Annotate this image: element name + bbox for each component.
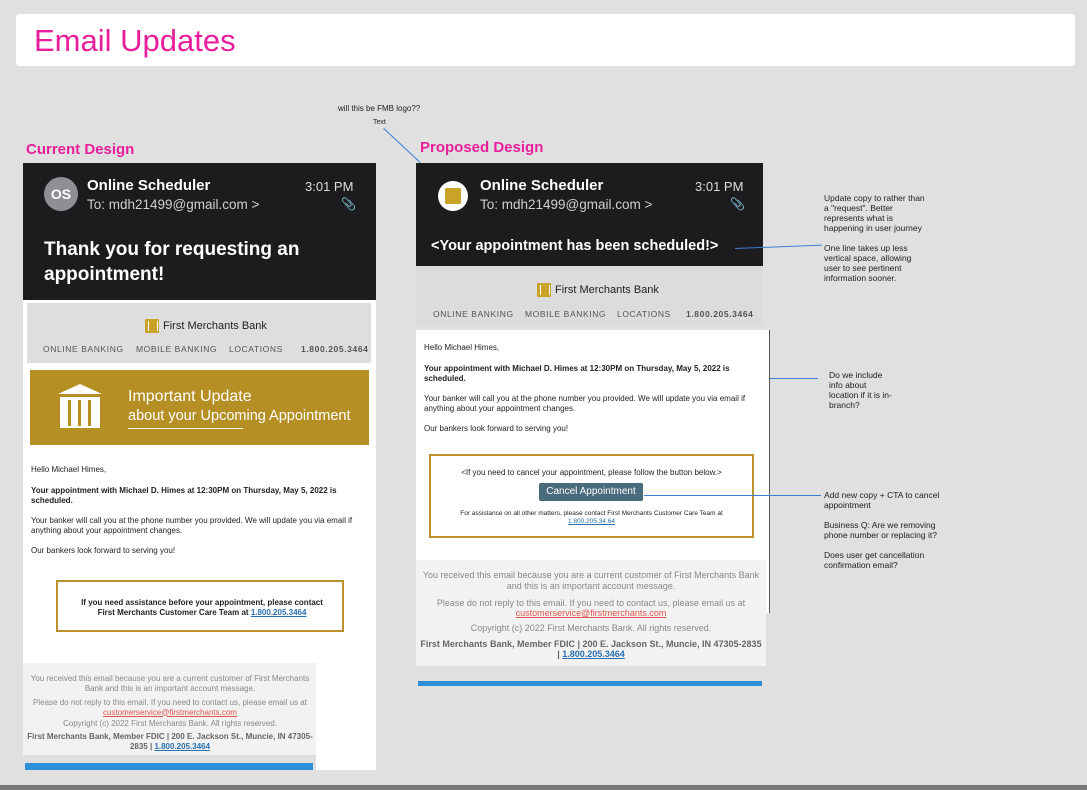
bank-nav-links: ONLINE BANKING MOBILE BANKING LOCATIONS … — [433, 309, 754, 319]
note-confirmation: Does user get cancellation confirmation … — [824, 550, 925, 570]
footer-notice: You received this email because you are … — [422, 570, 760, 591]
fmb-avatar — [438, 181, 468, 211]
bank-brand: First Merchants Bank — [145, 319, 267, 333]
nav-locations[interactable]: LOCATIONS — [617, 309, 686, 319]
proposed-email-header: Online Scheduler 3:01 PM To: mdh21499@gm… — [416, 163, 763, 266]
connector-cta — [644, 495, 821, 496]
connector-location — [770, 378, 818, 379]
bottom-scrollbar[interactable] — [0, 785, 1087, 790]
email-time: 3:01 PM — [695, 179, 744, 194]
current-blue-bar — [25, 763, 313, 770]
bank-brand-name: First Merchants Bank — [163, 320, 267, 332]
important-update-banner: Important Update about your Upcoming App… — [30, 370, 369, 445]
cancel-appointment-button[interactable]: Cancel Appointment — [539, 483, 643, 501]
sender-name: Online Scheduler — [480, 177, 604, 194]
footer-phone-link[interactable]: 1.800.205.3464 — [562, 649, 625, 659]
nav-mobile-banking[interactable]: MOBILE BANKING — [525, 309, 617, 319]
cancel-box: <If you need to cancel your appointment,… — [429, 454, 754, 538]
footer-address: First Merchants Bank, Member FDIC | 200 … — [419, 639, 763, 659]
bank-brand-name: First Merchants Bank — [555, 284, 659, 296]
assist-copy: For assistance on all other matters, ple… — [460, 510, 723, 517]
paperclip-icon: 📎 — [341, 197, 356, 211]
banker-text: Your banker will call you at the phone n… — [31, 516, 353, 535]
footer-notice: You received this email because you are … — [30, 674, 310, 693]
current-design-label: Current Design — [26, 141, 135, 158]
note-location: Do we include info about location if it … — [829, 370, 892, 410]
proposed-blue-bar — [418, 681, 762, 686]
recipient[interactable]: To: mdh21499@gmail.com > — [87, 197, 259, 212]
comment-text: Text — [373, 119, 386, 126]
note-one-line: One line takes up less vertical space, a… — [824, 243, 912, 283]
assist-text: For assistance on all other matters, ple… — [449, 510, 734, 526]
assistance-text: If you need assistance before your appoi… — [74, 598, 330, 618]
footer-copyright: Copyright (c) 2022 First Merchants Bank.… — [63, 719, 277, 728]
connector-line — [383, 128, 421, 163]
footer-no-reply-text: Please do not reply to this email. If yo… — [436, 598, 746, 608]
banner-line2: about your Upcoming Appointment — [128, 408, 351, 424]
footer-phone-link[interactable]: 1.800.205.3464 — [154, 742, 210, 751]
email-headline: Thank you for requesting an appointment! — [44, 239, 300, 285]
bank-logo-icon — [537, 283, 551, 297]
footer-email-link[interactable]: customerservice@firstmerchants.com — [516, 608, 667, 618]
current-email-frame: OS Online Scheduler 3:01 PM To: mdh21499… — [23, 163, 376, 770]
bank-brand: First Merchants Bank — [537, 283, 659, 297]
appointment-text: Your appointment with Michael D. Himes a… — [424, 364, 730, 383]
footer-no-reply-text: Please do not reply to this email. If yo… — [33, 698, 307, 707]
note-business-q: Business Q: Are we removing phone number… — [824, 520, 937, 540]
bank-nav-band: First Merchants Bank ONLINE BANKING MOBI… — [416, 266, 763, 326]
sender-name: Online Scheduler — [87, 177, 211, 194]
nav-online-banking[interactable]: ONLINE BANKING — [433, 309, 525, 319]
page-header: Email Updates — [16, 14, 1075, 66]
nav-phone[interactable]: 1.800.205.3464 — [301, 344, 369, 354]
current-footer: You received this email because you are … — [23, 663, 316, 758]
greeting: Hello Michael Himes, — [31, 465, 107, 474]
assist-phone-link[interactable]: 1.800.205.34 64 — [568, 518, 615, 525]
banner-underline — [128, 428, 243, 429]
footer-no-reply: Please do not reply to this email. If yo… — [27, 698, 313, 717]
forward-text: Our bankers look forward to serving you! — [424, 424, 569, 433]
recipient[interactable]: To: mdh21499@gmail.com > — [480, 197, 652, 212]
bank-building-icon — [58, 384, 102, 428]
bank-nav-links: ONLINE BANKING MOBILE BANKING LOCATIONS … — [43, 344, 369, 354]
footer-address: First Merchants Bank, Member FDIC | 200 … — [27, 732, 313, 751]
bank-nav-band: First Merchants Bank ONLINE BANKING MOBI… — [27, 303, 371, 363]
cancel-text: <If you need to cancel your appointment,… — [461, 468, 722, 477]
footer-email-link[interactable]: customerservice@firstmerchants.com — [103, 708, 237, 717]
assistance-phone-link[interactable]: 1.800.205.3464 — [251, 608, 307, 617]
bank-logo-icon — [145, 319, 159, 333]
fmb-logo-icon — [445, 188, 461, 204]
greeting: Hello Michael Himes, — [424, 343, 500, 352]
comment-fmb-logo: will this be FMB logo?? — [338, 104, 421, 113]
current-email-header: OS Online Scheduler 3:01 PM To: mdh21499… — [23, 163, 376, 300]
nav-locations[interactable]: LOCATIONS — [229, 344, 301, 354]
email-headline: <Your appointment has been scheduled!> — [431, 238, 719, 254]
paperclip-icon: 📎 — [730, 197, 745, 211]
proposed-design-label: Proposed Design — [420, 139, 544, 156]
nav-online-banking[interactable]: ONLINE BANKING — [43, 344, 136, 354]
avatar: OS — [44, 177, 78, 211]
forward-text: Our bankers look forward to serving you! — [31, 546, 176, 555]
nav-phone[interactable]: 1.800.205.3464 — [686, 309, 754, 319]
assistance-box: If you need assistance before your appoi… — [56, 580, 344, 632]
footer-no-reply: Please do not reply to this email. If yo… — [419, 598, 763, 618]
proposed-footer: You received this email because you are … — [416, 560, 766, 666]
banker-text: Your banker will call you at the phone n… — [424, 394, 746, 413]
banner-line1: Important Update — [128, 388, 252, 405]
page-title: Email Updates — [34, 23, 236, 58]
note-add-cta: Add new copy + CTA to cancel appointment — [824, 490, 940, 510]
nav-mobile-banking[interactable]: MOBILE BANKING — [136, 344, 229, 354]
email-time: 3:01 PM — [305, 179, 354, 194]
appointment-text: Your appointment with Michael D. Himes a… — [31, 486, 337, 505]
footer-copyright: Copyright (c) 2022 First Merchants Bank.… — [470, 623, 712, 633]
note-update-copy: Update copy to rather than a "request". … — [824, 193, 925, 233]
proposed-email-frame: Online Scheduler 3:01 PM To: mdh21499@gm… — [416, 163, 770, 686]
